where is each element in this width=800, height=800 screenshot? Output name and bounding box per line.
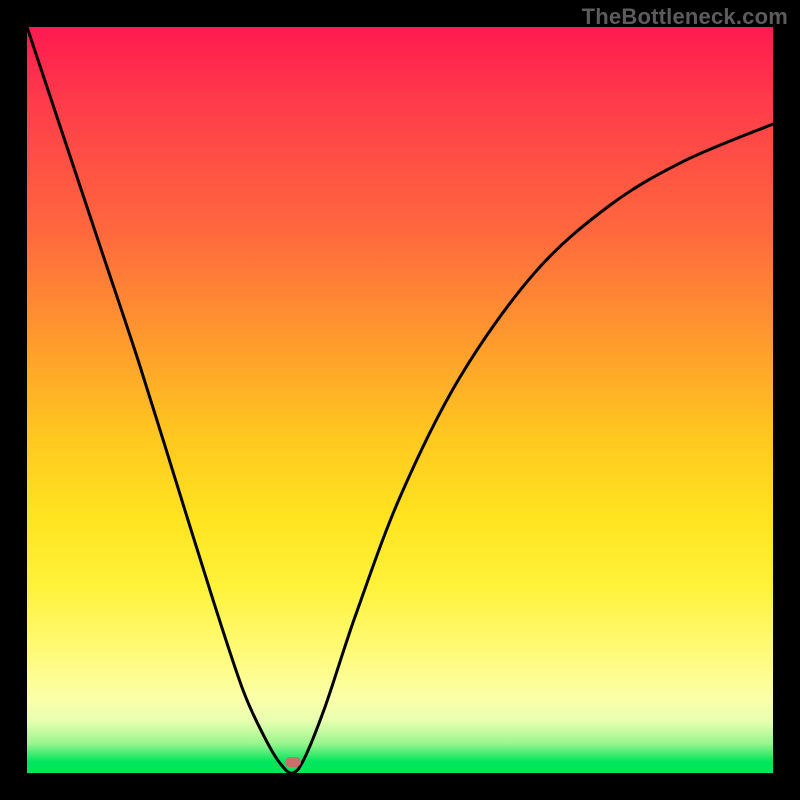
optimal-point-marker [285, 757, 301, 767]
chart-frame: TheBottleneck.com [0, 0, 800, 800]
bottleneck-curve [27, 27, 773, 773]
curve-path [27, 27, 773, 773]
watermark-text: TheBottleneck.com [582, 4, 788, 30]
